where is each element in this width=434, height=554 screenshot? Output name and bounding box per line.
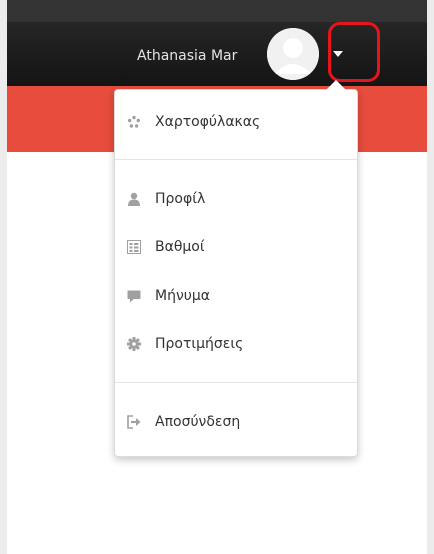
menu-item-label: Προφίλ [155,191,206,207]
avatar[interactable] [267,28,319,80]
menu-item-preferences[interactable]: Προτιμήσεις [115,329,357,359]
top-strip [7,0,427,22]
menu-item-label: Μήνυμα [155,288,211,304]
logout-icon [127,415,141,429]
menu-item-logout[interactable]: Αποσύνδεση [115,407,357,437]
portfolio-icon [127,115,141,129]
menu-item-label: Προτιμήσεις [155,336,244,352]
window-frame-right [427,0,434,554]
user-name[interactable]: Athanasia Mar [137,48,237,64]
menu-divider [115,159,357,160]
menu-item-message[interactable]: Μήνυμα [115,281,357,311]
menu-item-portfolio[interactable]: Χαρτοφύλακας [115,107,357,137]
menu-item-label: Χαρτοφύλακας [155,114,261,130]
menu-divider [115,382,357,383]
user-avatar-icon [267,28,319,80]
gear-icon [127,337,141,351]
user-dropdown-menu: Χαρτοφύλακας Προφίλ Βαθμοί Μήνυμα Προτιμ… [114,89,358,457]
menu-item-label: Αποσύνδεση [155,414,241,430]
grades-icon [127,240,141,254]
message-icon [127,289,141,303]
menu-pointer [326,80,346,90]
menu-item-grades[interactable]: Βαθμοί [115,232,357,262]
window-frame-left [0,0,7,554]
highlight-annotation [328,22,380,82]
menu-item-label: Βαθμοί [155,239,205,255]
menu-item-profile[interactable]: Προφίλ [115,184,357,214]
user-icon [127,192,141,206]
